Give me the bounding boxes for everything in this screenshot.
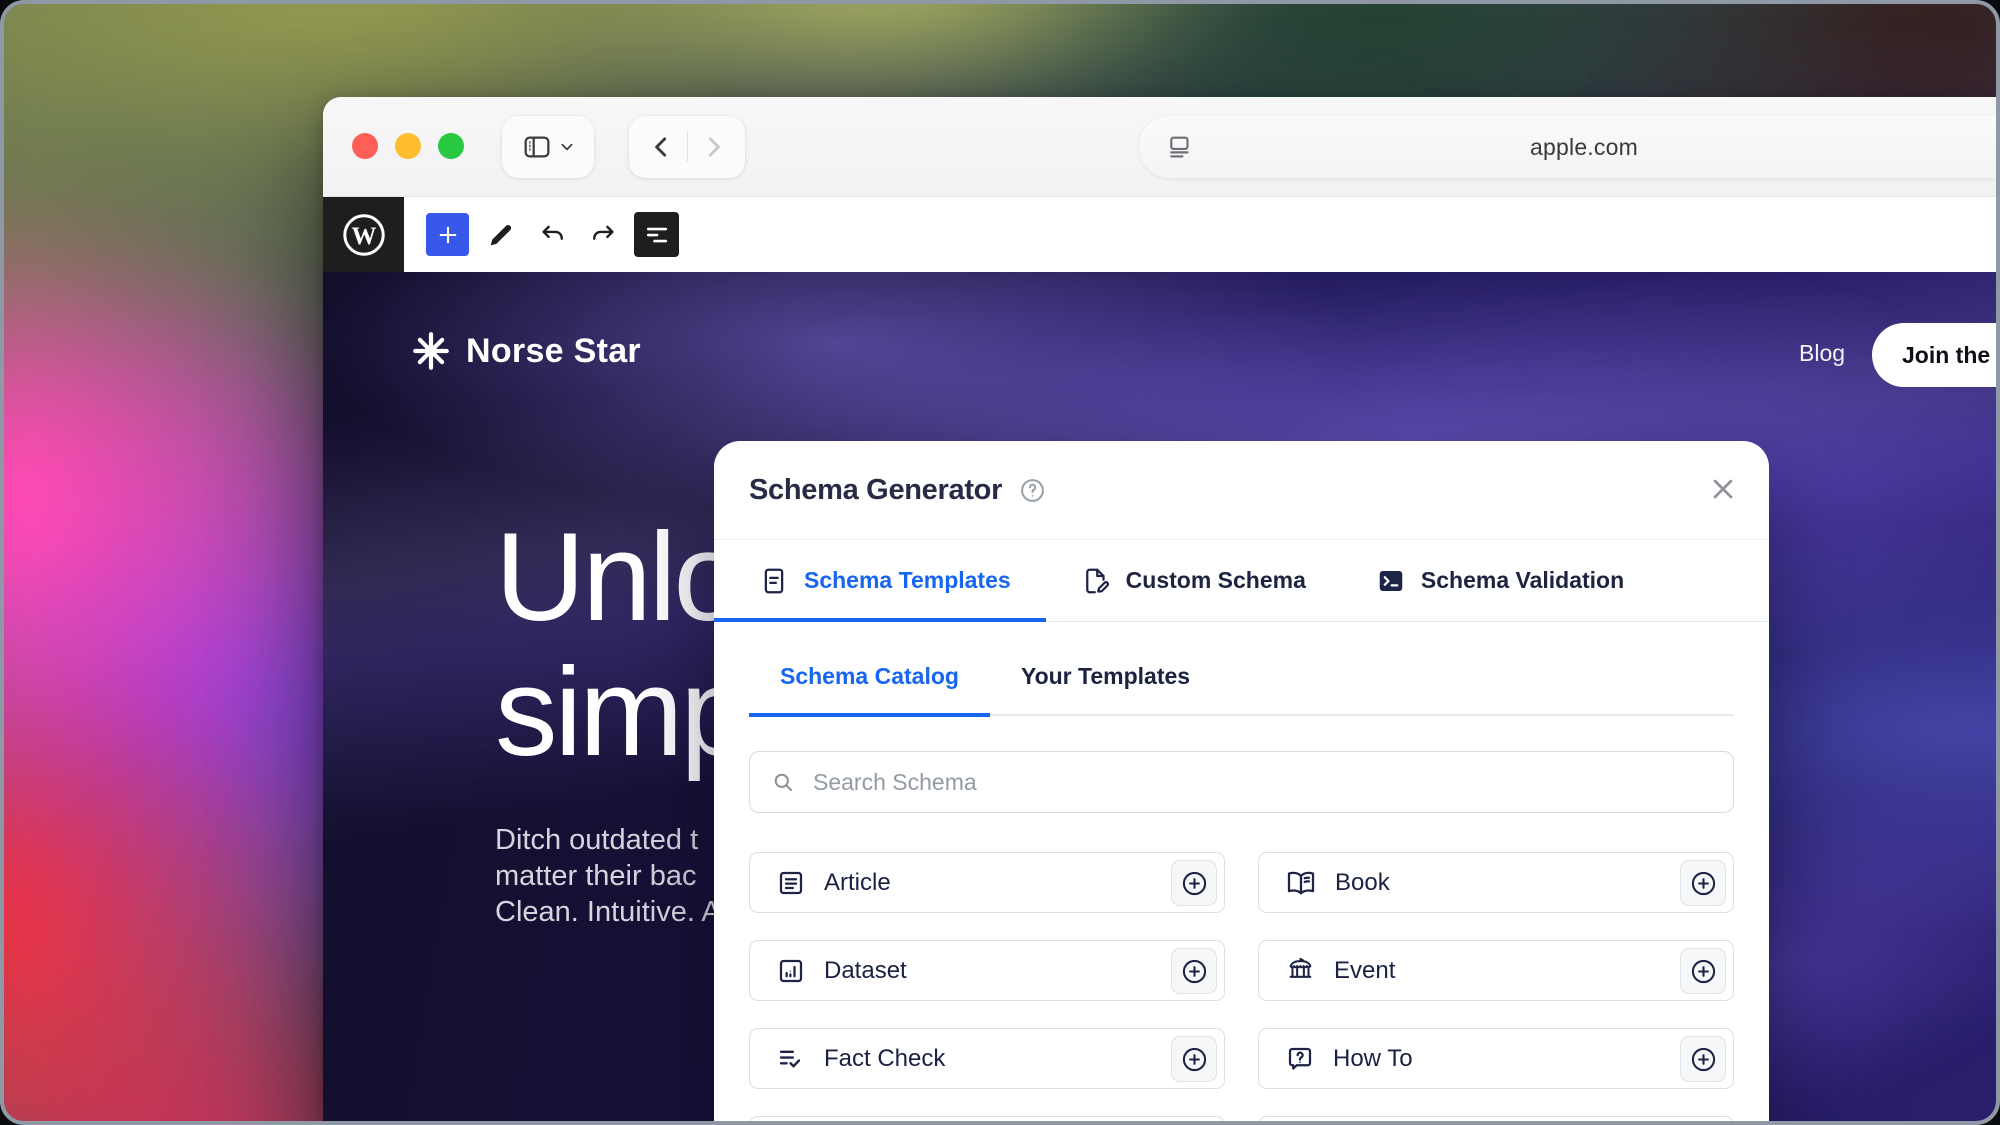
subtabs: Schema Catalog Your Templates: [749, 663, 1734, 716]
schema-card-fact-check[interactable]: Fact Check: [749, 1028, 1225, 1089]
browser-toolbar: apple.com: [323, 97, 2000, 197]
hero-heading: Unlosimp: [495, 510, 747, 780]
site-header: Norse Star Blog Join the wai: [323, 330, 2000, 386]
schema-card-event[interactable]: Event: [1258, 940, 1734, 1001]
minimize-window-button[interactable]: [395, 133, 421, 159]
tab-label: Custom Schema: [1126, 567, 1306, 594]
close-modal-button[interactable]: [1707, 473, 1739, 505]
schema-card-article[interactable]: Article: [749, 852, 1225, 913]
traffic-lights: [352, 133, 464, 159]
chevron-down-icon: [559, 139, 575, 155]
edit-mode-button[interactable]: [479, 213, 522, 256]
undo-button[interactable]: [531, 213, 574, 256]
join-waitlist-button[interactable]: Join the wai: [1872, 323, 2000, 387]
book-icon: [1285, 867, 1317, 899]
close-window-button[interactable]: [352, 133, 378, 159]
fact-check-icon: [776, 1044, 806, 1074]
schema-card-book[interactable]: Book: [1258, 852, 1734, 913]
redo-button[interactable]: [581, 213, 624, 256]
add-block-button[interactable]: [426, 213, 469, 256]
modal-content: Schema Catalog Your Templates Article: [714, 663, 1769, 1125]
file-pen-icon: [1081, 566, 1111, 596]
add-dataset-button[interactable]: [1171, 948, 1217, 994]
terminal-icon: [1376, 566, 1406, 596]
safari-window: apple.com W: [323, 97, 2000, 1125]
hero-copy: Unlosimp Ditch outdated t matter their b…: [495, 510, 747, 930]
star-logo-icon: [410, 330, 452, 372]
blog-link[interactable]: Blog: [1799, 340, 1845, 367]
modal-title: Schema Generator: [749, 474, 1002, 507]
schema-card-clipped[interactable]: [1258, 1116, 1734, 1125]
wordpress-toolbar: W: [323, 197, 2000, 272]
article-icon: [776, 868, 806, 898]
pencil-icon: [486, 220, 516, 250]
back-button[interactable]: [649, 134, 675, 160]
circle-plus-icon: [1688, 1044, 1719, 1075]
circle-plus-icon: [1179, 1044, 1210, 1075]
brand-name: Norse Star: [466, 332, 641, 371]
schema-generator-modal: Schema Generator: [714, 441, 1769, 1125]
tab-label: Schema Validation: [1421, 567, 1624, 594]
search-icon: [770, 769, 797, 796]
nav-button-group: [629, 116, 745, 178]
subtab-schema-catalog[interactable]: Schema Catalog: [749, 663, 990, 714]
close-icon: [1707, 473, 1739, 505]
nav-divider: [687, 132, 688, 162]
search-input[interactable]: [811, 768, 1713, 797]
add-how-to-button[interactable]: [1680, 1036, 1726, 1082]
schema-card-dataset[interactable]: Dataset: [749, 940, 1225, 1001]
tab-schema-templates[interactable]: Schema Templates: [714, 540, 1046, 621]
schema-card-how-to[interactable]: How To: [1258, 1028, 1734, 1089]
hero-paragraph: Ditch outdated t matter their bac Clean.…: [495, 822, 747, 930]
undo-icon: [538, 220, 568, 250]
schema-search: [749, 751, 1734, 813]
circle-question-icon: [1018, 476, 1047, 505]
wordpress-icon: W: [340, 211, 388, 259]
forward-button[interactable]: [700, 134, 726, 160]
schema-card-clipped[interactable]: [749, 1116, 1225, 1125]
add-article-button[interactable]: [1171, 860, 1217, 906]
list-view-icon: [642, 220, 672, 250]
event-icon: [1285, 955, 1316, 986]
schema-catalog-grid: Article Book: [749, 852, 1734, 1125]
add-book-button[interactable]: [1680, 860, 1726, 906]
subtab-your-templates[interactable]: Your Templates: [990, 663, 1221, 714]
add-fact-check-button[interactable]: [1171, 1036, 1217, 1082]
url-text: apple.com: [1139, 134, 2000, 161]
document-overview-button[interactable]: [634, 212, 679, 257]
how-to-icon: [1285, 1044, 1315, 1074]
svg-text:W: W: [351, 222, 376, 249]
plus-icon: [434, 221, 462, 249]
screenshot-frame: apple.com W: [0, 0, 2000, 1125]
circle-plus-icon: [1179, 868, 1210, 899]
help-button[interactable]: [1018, 476, 1047, 505]
modal-header: Schema Generator: [714, 441, 1769, 540]
circle-plus-icon: [1179, 956, 1210, 987]
sidebar-icon: [521, 131, 553, 163]
tab-schema-validation[interactable]: Schema Validation: [1341, 540, 1659, 621]
redo-icon: [588, 220, 618, 250]
circle-plus-icon: [1688, 956, 1719, 987]
tab-label: Schema Templates: [804, 567, 1011, 594]
zoom-window-button[interactable]: [438, 133, 464, 159]
site-logo[interactable]: Norse Star: [410, 330, 641, 372]
wordpress-logo-button[interactable]: W: [323, 197, 404, 272]
dataset-icon: [776, 956, 806, 986]
add-event-button[interactable]: [1680, 948, 1726, 994]
tab-custom-schema[interactable]: Custom Schema: [1046, 540, 1341, 621]
circle-plus-icon: [1688, 868, 1719, 899]
file-lines-icon: [759, 566, 789, 596]
address-bar[interactable]: apple.com: [1139, 116, 2000, 178]
sidebar-toggle-button[interactable]: [502, 116, 594, 178]
modal-tabs: Schema Templates Custom Schema: [714, 540, 1769, 622]
